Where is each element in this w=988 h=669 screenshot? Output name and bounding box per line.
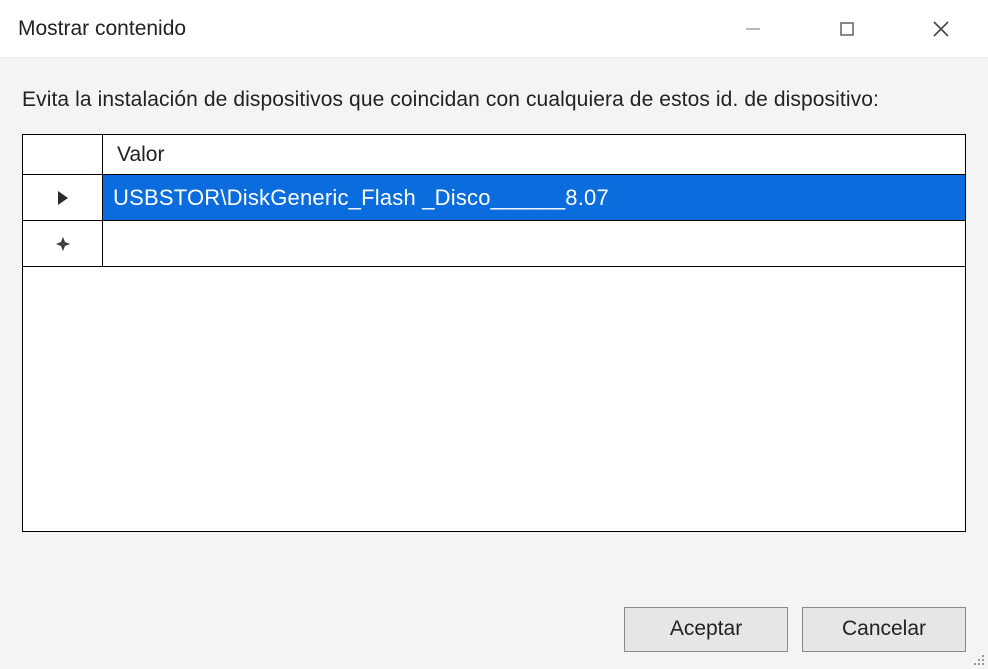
row-value-cell[interactable] <box>103 221 965 266</box>
row-indicator-new <box>23 221 103 266</box>
device-id-grid[interactable]: Valor USBSTOR\DiskGeneric_Flash _Disco__… <box>22 134 966 532</box>
titlebar: Mostrar contenido <box>0 0 988 58</box>
grid-header: Valor <box>23 135 965 175</box>
dialog-window: Mostrar contenido Evita la instalaci <box>0 0 988 669</box>
resize-grip-icon <box>972 653 986 667</box>
current-row-icon <box>55 188 71 208</box>
row-value-text: USBSTOR\DiskGeneric_Flash _Disco______8.… <box>113 185 609 211</box>
description-text: Evita la instalación de dispositivos que… <box>22 88 966 112</box>
close-icon <box>930 18 952 40</box>
row-value-cell[interactable]: USBSTOR\DiskGeneric_Flash _Disco______8.… <box>103 175 965 220</box>
grid-body: USBSTOR\DiskGeneric_Flash _Disco______8.… <box>23 175 965 531</box>
new-row-icon <box>55 236 71 252</box>
button-bar: Aceptar Cancelar <box>0 589 988 669</box>
grid-row[interactable]: USBSTOR\DiskGeneric_Flash _Disco______8.… <box>23 175 965 221</box>
row-indicator-current <box>23 175 103 220</box>
close-button[interactable] <box>894 0 988 58</box>
column-header-value[interactable]: Valor <box>103 135 965 174</box>
window-controls <box>706 0 988 58</box>
resize-grip[interactable] <box>972 653 986 667</box>
maximize-button[interactable] <box>800 0 894 58</box>
minimize-button[interactable] <box>706 0 800 58</box>
client-area: Evita la instalación de dispositivos que… <box>0 58 988 589</box>
ok-button[interactable]: Aceptar <box>624 607 788 652</box>
window-title: Mostrar contenido <box>18 17 186 41</box>
minimize-icon <box>743 19 763 39</box>
cancel-button[interactable]: Cancelar <box>802 607 966 652</box>
grid-row[interactable] <box>23 221 965 267</box>
row-header-corner <box>23 135 103 174</box>
maximize-icon <box>837 19 857 39</box>
